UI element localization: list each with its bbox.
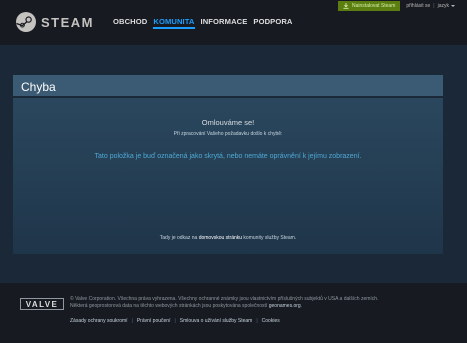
error-subheading: Při zpracování Vašeho požadavku došlo k … (173, 131, 283, 137)
error-heading: Omlouváme se! (201, 118, 255, 127)
footer-link-separator: | (174, 318, 176, 324)
install-steam-label: Nainstalovat Steam (352, 3, 396, 9)
footer: VALVE © Valve Corporation. Všechna práva… (0, 283, 467, 343)
footer-links: Zásady ochrany soukromí | Právní poučení… (70, 318, 280, 324)
footer-link-separator: | (131, 318, 133, 324)
header-separator: | (433, 3, 435, 9)
language-label: jazyk (437, 3, 449, 9)
footer-link-separator: | (256, 318, 258, 324)
global-header: STEAM OBCHOD KOMUNITA INFORMACE PODPORA … (0, 0, 467, 45)
error-title: Chyba (13, 75, 443, 96)
login-link[interactable]: přihlásit se (406, 3, 430, 9)
ssa-link[interactable]: Smlouva o užívání služby Steam (180, 318, 253, 324)
nav-informace[interactable]: INFORMACE (201, 17, 248, 29)
chevron-down-icon (451, 5, 455, 7)
download-icon (343, 3, 349, 9)
nav-obchod[interactable]: OBCHOD (113, 17, 147, 29)
main-nav: OBCHOD KOMUNITA INFORMACE PODPORA (113, 17, 299, 29)
legal-text: © Valve Corporation. Všechna práva vyhra… (70, 296, 455, 310)
error-message: Tato položka je buď označená jako skrytá… (94, 153, 362, 160)
steam-logo-text: STEAM (41, 14, 94, 30)
privacy-policy-link[interactable]: Zásady ochrany soukromí (70, 318, 128, 324)
link-suffix: komunity služby Steam. (242, 235, 297, 241)
cookies-link[interactable]: Cookies (262, 318, 280, 324)
legal-line-2-text: Některá geoprostorová data na těchto web… (70, 303, 269, 309)
steam-logo[interactable]: STEAM (16, 10, 94, 34)
steam-logo-icon (16, 12, 36, 32)
error-body: Omlouváme se! Při zpracování Vašeho poža… (13, 98, 443, 254)
valve-logo[interactable]: VALVE (20, 298, 64, 310)
community-home-line: Tady je odkaz na domovskou stránku komun… (13, 235, 443, 241)
main-content: Chyba Omlouváme se! Při zpracování Vašeh… (0, 45, 467, 283)
install-steam-button[interactable]: Nainstalovat Steam (338, 1, 401, 11)
geonames-link[interactable]: geonames.org (269, 303, 301, 309)
nav-podpora[interactable]: PODPORA (253, 17, 292, 29)
legal-info-link[interactable]: Právní poučení (137, 318, 171, 324)
legal-line-2: Některá geoprostorová data na těchto web… (70, 303, 455, 310)
language-dropdown[interactable]: jazyk (438, 3, 455, 9)
global-actions: Nainstalovat Steam přihlásit se | jazyk (338, 1, 455, 11)
nav-komunita[interactable]: KOMUNITA (153, 17, 195, 29)
legal-line-1: © Valve Corporation. Všechna práva vyhra… (70, 296, 379, 302)
error-panel: Chyba Omlouváme se! Při zpracování Vašeh… (13, 75, 443, 255)
community-home-link[interactable]: domovskou stránku (199, 235, 242, 241)
legal-line-2-end: . (300, 303, 303, 309)
link-prefix: Tady je odkaz na (159, 235, 199, 241)
